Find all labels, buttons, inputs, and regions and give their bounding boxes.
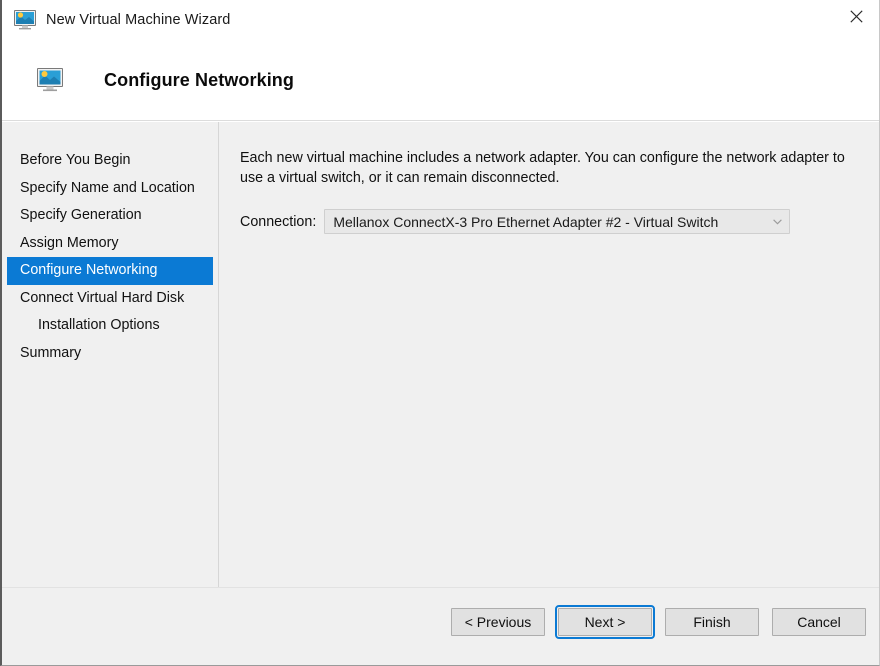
connection-selected-value: Mellanox ConnectX-3 Pro Ethernet Adapter… (333, 213, 719, 230)
new-virtual-machine-wizard-window: New Virtual Machine Wizard Configure Net… (0, 0, 880, 666)
description-text: Each new virtual machine includes a netw… (240, 150, 845, 186)
cancel-button[interactable]: Cancel (772, 608, 866, 636)
virtual-machine-monitor-icon (37, 68, 63, 92)
previous-button[interactable]: < Previous (451, 608, 545, 636)
sidebar-item-specify-generation[interactable]: Specify Generation (7, 202, 213, 230)
wizard-body: Before You Begin Specify Name and Locati… (2, 122, 879, 665)
virtual-machine-monitor-icon (14, 10, 36, 30)
button-bar: < Previous Next > Finish Cancel (451, 605, 866, 639)
sidebar-item-label: Specify Name and Location (20, 179, 195, 196)
sidebar-item-specify-name-and-location[interactable]: Specify Name and Location (7, 175, 213, 203)
chevron-down-icon (765, 218, 789, 225)
window-title: New Virtual Machine Wizard (46, 12, 231, 28)
next-button[interactable]: Next > (555, 605, 655, 639)
sidebar-item-before-you-begin[interactable]: Before You Begin (7, 147, 213, 175)
next-button-label: Next > (584, 614, 626, 630)
previous-button-label: < Previous (464, 614, 532, 630)
sidebar-item-label: Connect Virtual Hard Disk (20, 289, 185, 306)
sidebar-item-installation-options[interactable]: Installation Options (7, 312, 213, 340)
page-title: Configure Networking (104, 69, 294, 90)
connection-dropdown[interactable]: Mellanox ConnectX-3 Pro Ethernet Adapter… (324, 209, 791, 234)
sidebar-item-label: Summary (20, 344, 82, 361)
sidebar-item-label: Configure Networking (20, 262, 158, 278)
sidebar-item-summary[interactable]: Summary (7, 340, 213, 368)
sidebar-item-label: Installation Options (38, 317, 160, 333)
finish-button[interactable]: Finish (665, 608, 759, 636)
connection-row: Connection: Mellanox ConnectX-3 Pro Ethe… (240, 209, 851, 234)
close-button[interactable] (833, 0, 879, 32)
wizard-footer: < Previous Next > Finish Cancel (2, 587, 879, 665)
wizard-step-list: Before You Begin Specify Name and Locati… (2, 122, 219, 587)
sidebar-item-configure-networking[interactable]: Configure Networking (7, 257, 213, 285)
sidebar-item-label: Specify Generation (20, 207, 142, 223)
sidebar-item-label: Assign Memory (20, 234, 119, 251)
sidebar-item-assign-memory[interactable]: Assign Memory (7, 230, 213, 258)
sidebar-item-label: Before You Begin (20, 152, 131, 168)
wizard-header: Configure Networking (2, 40, 879, 121)
finish-button-label: Finish (693, 614, 731, 630)
connection-label: Connection: (240, 213, 317, 230)
sidebar-item-connect-virtual-hard-disk[interactable]: Connect Virtual Hard Disk (7, 285, 213, 313)
title-bar: New Virtual Machine Wizard (2, 0, 879, 40)
wizard-content-pane: Each new virtual machine includes a netw… (220, 122, 879, 587)
cancel-button-label: Cancel (797, 614, 841, 630)
close-icon (849, 9, 863, 23)
